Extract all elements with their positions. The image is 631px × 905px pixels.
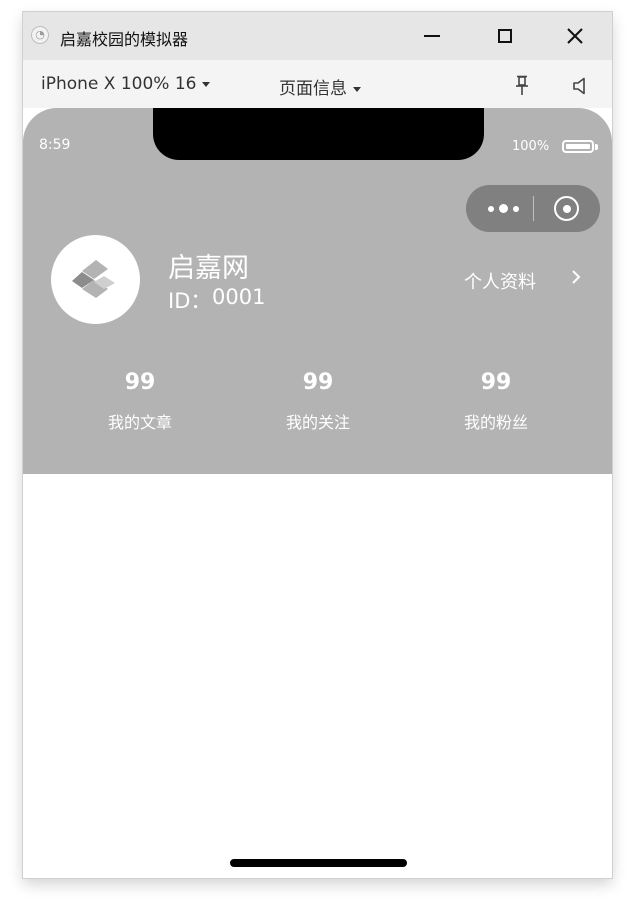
stat-label: 我的粉丝 [463,413,528,432]
page-info-dropdown[interactable]: 页面信息 [279,74,361,99]
maximize-button[interactable] [473,12,537,60]
target-icon[interactable] [551,193,582,224]
maximize-icon [498,29,512,43]
phone-notch [153,108,484,160]
user-id-value: 0001 [212,285,266,309]
stat-value: 99 [302,370,334,395]
stat-value: 99 [480,370,512,395]
profile-header: 8:59 100% 启嘉网 ID： 0001 个人资料 99 我的文章 99 我… [23,108,612,474]
phone-screen: 8:59 100% 启嘉网 ID： 0001 个人资料 99 我的文章 99 我… [23,108,612,878]
window-title: 启嘉校园的模拟器 [60,30,189,49]
device-select[interactable]: iPhone X 100% 16 [41,74,211,94]
stat-label: 我的文章 [107,413,172,432]
close-icon [567,28,583,44]
app-icon: ◔ [31,26,49,44]
chevron-down-icon [353,86,361,92]
stat-followers[interactable]: 99 我的粉丝 [416,370,576,432]
stat-value: 99 [124,370,156,395]
mini-program-capsule [466,185,600,232]
user-id-label: ID： [168,289,212,313]
stat-articles[interactable]: 99 我的文章 [60,370,220,432]
stat-following[interactable]: 99 我的关注 [238,370,398,432]
avatar[interactable] [51,235,140,324]
speaker-icon[interactable] [572,77,588,95]
username: 启嘉网 [168,253,249,284]
page-info-label: 页面信息 [279,79,347,99]
battery-percentage: 100% [512,139,550,154]
simulator-window: ◔ 启嘉校园的模拟器 iPhone X 100% 16 页面信息 8:59 10… [23,12,612,878]
device-select-label: iPhone X 100% 16 [41,74,197,94]
battery-cap [595,144,598,150]
capsule-divider [533,196,534,221]
close-button[interactable] [543,12,607,60]
status-time: 8:59 [39,137,71,153]
chevron-down-icon [202,81,211,87]
more-dots-icon[interactable] [480,185,526,232]
minimize-icon [424,35,440,37]
minimize-button[interactable] [400,12,464,60]
pin-icon[interactable] [515,75,529,97]
home-indicator [230,859,407,867]
profile-link[interactable]: 个人资料 [464,268,536,294]
title-bar: ◔ 启嘉校园的模拟器 [23,12,612,60]
logo-icon [72,260,115,298]
battery-icon [562,140,594,153]
chevron-right-icon[interactable] [570,268,582,286]
stat-label: 我的关注 [285,413,350,432]
